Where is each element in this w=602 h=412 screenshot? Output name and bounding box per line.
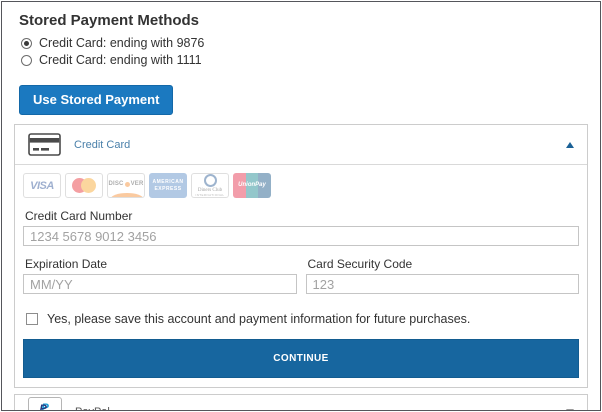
accepted-cards-row: VISA DISCVER AMERICAN EXPRESS — [23, 173, 579, 198]
discover-icon: DISCVER — [107, 173, 145, 198]
credit-card-accordion-header[interactable]: Credit Card — [15, 125, 587, 165]
expiration-date-label: Expiration Date — [25, 257, 297, 271]
card-number-label: Credit Card Number — [25, 209, 579, 223]
stored-payment-option-9876[interactable]: Credit Card: ending with 9876 — [21, 36, 588, 50]
card-number-input[interactable] — [23, 226, 579, 246]
expiration-date-input[interactable] — [23, 274, 297, 294]
checkout-payment-screen: Stored Payment Methods Credit Card: endi… — [1, 1, 601, 411]
chevron-up-icon[interactable] — [566, 142, 574, 148]
paypal-panel: P P PayPal PayPal — [14, 394, 588, 411]
diners-club-icon: Diners Club INTERNATIONAL — [191, 173, 229, 198]
save-payment-label: Yes, please save this account and paymen… — [47, 312, 470, 326]
chevron-down-icon[interactable] — [566, 409, 574, 412]
save-payment-checkbox[interactable] — [26, 313, 38, 325]
stored-payment-radio-1111[interactable] — [21, 55, 32, 66]
credit-card-form: VISA DISCVER AMERICAN EXPRESS — [15, 165, 587, 387]
stored-payment-label: Credit Card: ending with 9876 — [39, 36, 204, 50]
payment-content: Stored Payment Methods Credit Card: endi… — [2, 2, 600, 411]
paypal-accordion-header[interactable]: P P PayPal PayPal — [15, 395, 587, 411]
credit-card-section-title: Credit Card — [74, 139, 130, 151]
stored-payment-radio-9876[interactable] — [21, 38, 32, 49]
continue-button[interactable]: CONTINUE — [23, 339, 579, 378]
security-code-input[interactable] — [306, 274, 580, 294]
stored-payment-label: Credit Card: ending with 1111 — [39, 53, 202, 67]
use-stored-payment-button[interactable]: Use Stored Payment — [19, 85, 173, 115]
mastercard-icon — [65, 173, 103, 198]
paypal-section-title: PayPal — [75, 406, 110, 412]
unionpay-icon: UnionPay — [233, 173, 271, 198]
stored-payment-option-1111[interactable]: Credit Card: ending with 1111 — [21, 53, 588, 67]
security-code-label: Card Security Code — [308, 257, 580, 271]
credit-card-panel: Credit Card VISA DISCVER — [14, 124, 588, 388]
save-payment-row: Yes, please save this account and paymen… — [26, 312, 579, 326]
visa-icon: VISA — [23, 173, 61, 198]
paypal-logo-icon: P P PayPal — [28, 397, 62, 411]
page-title: Stored Payment Methods — [19, 12, 588, 29]
credit-card-icon — [28, 133, 61, 156]
american-express-icon: AMERICAN EXPRESS — [149, 173, 187, 198]
